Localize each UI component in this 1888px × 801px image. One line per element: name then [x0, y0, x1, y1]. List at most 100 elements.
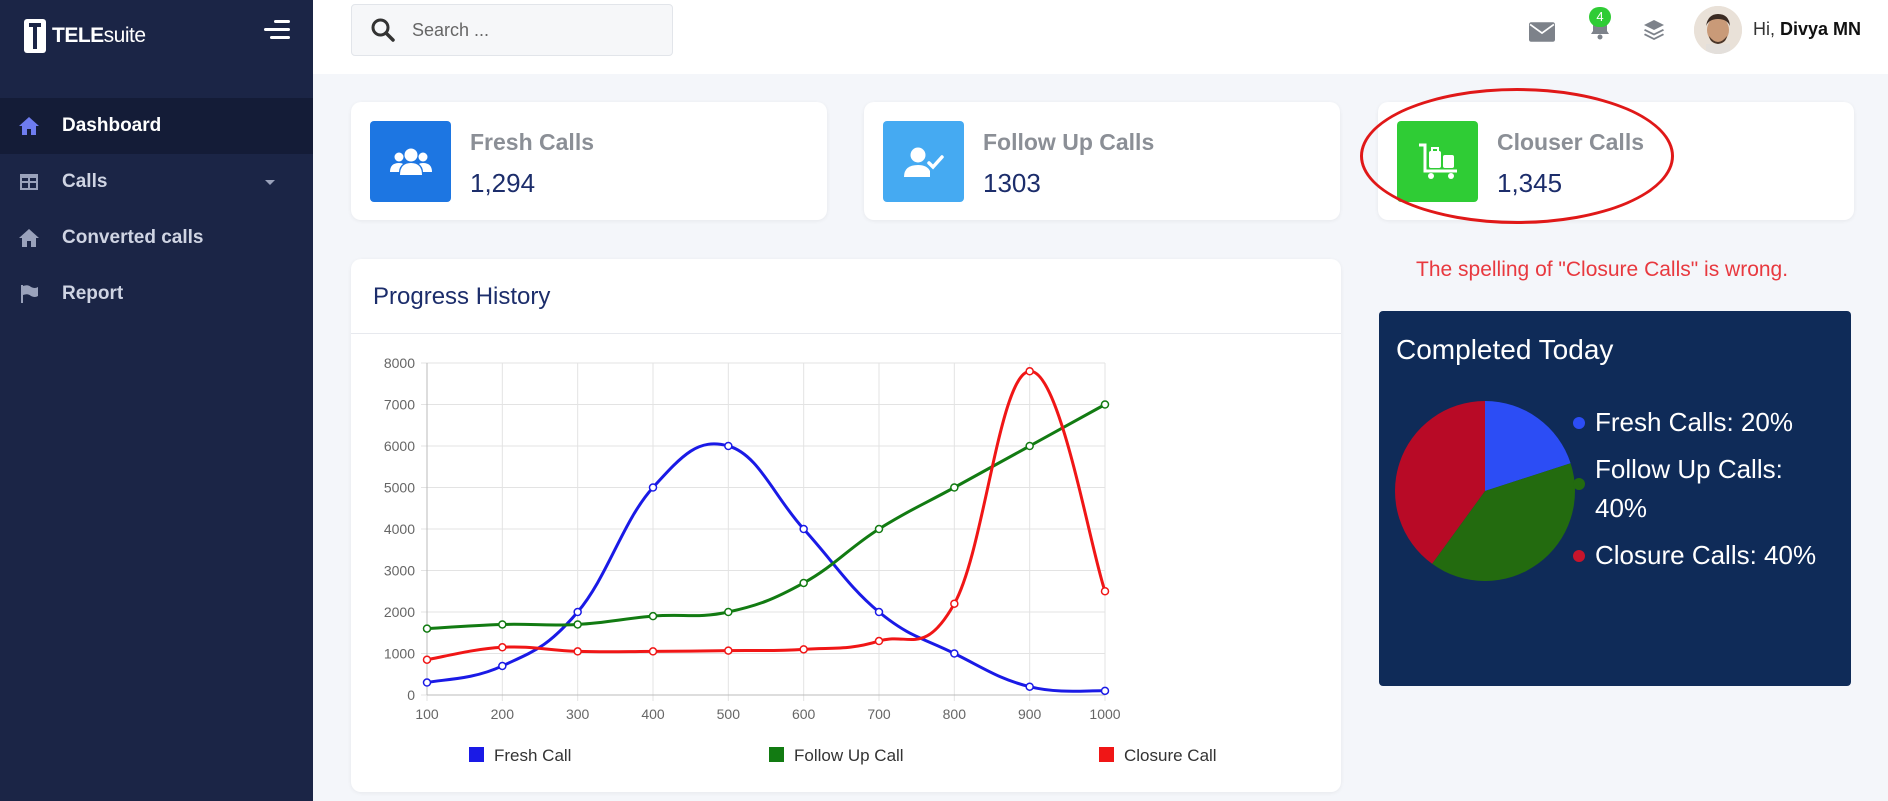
data-point: [498, 643, 507, 652]
menu-toggle-icon[interactable]: [264, 20, 290, 40]
search-icon[interactable]: [370, 17, 396, 43]
stat-card-follow-up-calls: Follow Up Calls 1303: [864, 102, 1340, 220]
pie-legend-item: Follow Up Calls: 40%: [1569, 450, 1839, 528]
sidebar-item-calls[interactable]: Calls: [0, 154, 313, 210]
data-point: [573, 607, 582, 617]
data-point: [799, 524, 808, 534]
legend-swatch: [469, 747, 484, 762]
data-point: [648, 647, 658, 656]
progress-history-card: Progress History 0 1000 2000 3000 4000 5000 60…: [351, 259, 1341, 792]
user-name: Divya MN: [1780, 19, 1862, 39]
legend-label: Fresh Call: [494, 746, 571, 765]
brand-logo[interactable]: TELEsuite: [24, 18, 146, 54]
data-point: [648, 483, 658, 492]
y-tick-label: 2000: [384, 604, 415, 620]
pie-legend: Fresh Calls: 20% Follow Up Calls: 40% Cl…: [1569, 403, 1839, 583]
sidebar-nav: Dashboard Calls Converted calls Report: [0, 98, 313, 322]
annotation-text: The spelling of "Closure Calls" is wrong…: [1416, 258, 1789, 281]
data-point: [874, 524, 884, 534]
y-tick-label: 0: [407, 687, 415, 703]
sidebar-item-dashboard[interactable]: Dashboard: [0, 98, 313, 154]
data-point: [1025, 367, 1034, 376]
data-point: [648, 611, 658, 621]
data-point: [799, 578, 808, 588]
y-tick-label: 6000: [384, 438, 415, 454]
completed-today-pie-chart: [1395, 401, 1575, 581]
card-value: 1,294: [470, 168, 536, 198]
chevron-down-icon: [265, 180, 275, 185]
x-tick-label: 900: [1018, 706, 1042, 722]
data-point: [1025, 682, 1034, 691]
legend-swatch: [1099, 747, 1114, 762]
data-point: [1100, 686, 1110, 696]
data-point: [950, 649, 959, 658]
sidebar-item-converted-calls[interactable]: Converted calls: [0, 210, 313, 266]
data-point: [799, 645, 808, 654]
series-line-closure-call: [426, 369, 1107, 662]
notification-badge: 4: [1589, 7, 1611, 27]
home-icon: [18, 228, 40, 248]
data-point: [950, 483, 959, 492]
sidebar-item-label: Report: [62, 283, 124, 304]
data-point: [422, 655, 432, 664]
user-greeting[interactable]: Hi, Divya MN: [1753, 19, 1861, 40]
sidebar-item-label: Converted calls: [62, 227, 204, 248]
x-tick-label: 300: [566, 706, 590, 722]
y-tick-label: 5000: [384, 480, 415, 496]
data-point: [573, 647, 582, 656]
table-icon: [18, 172, 40, 192]
data-point: [1025, 441, 1034, 451]
user-check-icon: [883, 121, 964, 202]
legend-label: Closure Call: [1124, 746, 1217, 765]
layers-icon[interactable]: [1641, 18, 1667, 42]
mail-icon[interactable]: [1529, 20, 1555, 44]
sidebar: TELEsuite Dashboard Calls Converted call…: [0, 0, 313, 801]
data-point: [1100, 587, 1110, 596]
card-title: Follow Up Calls: [983, 129, 1155, 155]
pie-legend-item: Closure Calls: 40%: [1569, 536, 1839, 575]
data-point: [724, 607, 733, 617]
y-tick-label: 1000: [384, 646, 415, 662]
series-line-fresh-call: [426, 442, 1106, 693]
completed-today-card: Completed Today Fresh Calls: 20% Follow …: [1379, 311, 1851, 686]
x-tick-label: 600: [792, 706, 816, 722]
x-tick-label: 700: [867, 706, 891, 722]
data-point: [724, 441, 733, 451]
data-point: [950, 599, 959, 608]
sidebar-item-report[interactable]: Report: [0, 266, 313, 322]
y-tick-label: 3000: [384, 563, 415, 579]
avatar[interactable]: [1694, 6, 1742, 54]
users-icon: [370, 121, 451, 202]
x-tick-label: 1000: [1089, 706, 1120, 722]
sidebar-item-label: Calls: [62, 171, 108, 192]
legend-dot: [1573, 417, 1585, 429]
flag-icon: [18, 284, 40, 304]
x-tick-label: 400: [641, 706, 665, 722]
card-value: 1303: [983, 168, 1041, 198]
home-icon: [18, 116, 40, 136]
card-title: Fresh Calls: [470, 129, 594, 155]
x-tick-label: 200: [491, 706, 515, 722]
data-point: [874, 636, 884, 646]
search-box: [351, 4, 673, 56]
x-tick-label: 800: [943, 706, 967, 722]
completed-today-title: Completed Today: [1396, 334, 1614, 365]
y-tick-label: 8000: [384, 355, 415, 371]
x-tick-label: 100: [415, 706, 439, 722]
x-tick-label: 500: [717, 706, 741, 722]
progress-line-chart: 0 1000 2000 3000 4000 5000 6000 7000 8000 100 200 3…: [384, 355, 1217, 765]
data-point: [498, 620, 507, 629]
y-tick-label: 4000: [384, 521, 415, 537]
y-tick-label: 7000: [384, 397, 415, 413]
search-input[interactable]: [412, 19, 652, 41]
data-point: [724, 646, 733, 655]
data-point: [422, 678, 432, 687]
data-point: [573, 620, 582, 629]
stat-card-fresh-calls: Fresh Calls 1,294: [351, 102, 827, 220]
legend-dot: [1573, 478, 1585, 490]
legend-swatch: [769, 747, 784, 762]
data-point: [874, 607, 884, 617]
legend-label: Follow Up Call: [794, 746, 904, 765]
sidebar-item-label: Dashboard: [62, 115, 162, 136]
series-line-follow-up-call: [426, 403, 1106, 631]
